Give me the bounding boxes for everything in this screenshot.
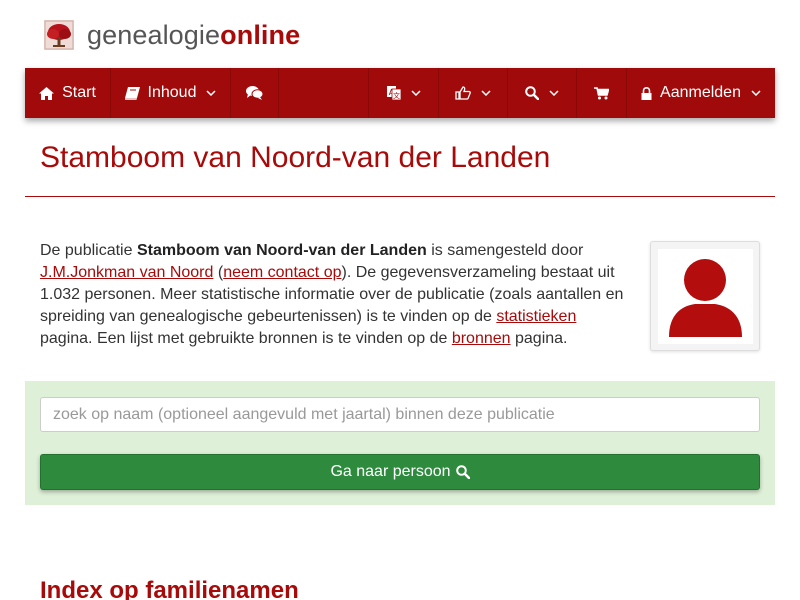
cart-icon [594, 86, 609, 99]
nav-spacer [279, 68, 369, 118]
home-icon [39, 86, 55, 100]
publication-name: Stamboom van Noord-van der Landen [136, 242, 427, 259]
nav-login[interactable]: Aanmelden [627, 68, 775, 118]
nav-inhoud-label: Inhoud [147, 84, 197, 101]
surname-index-title: Index op familienamen [40, 577, 299, 600]
nav-inhoud[interactable]: Inhoud [111, 68, 231, 118]
nav-feedback[interactable] [439, 68, 508, 118]
translate-icon: A 文 [386, 86, 401, 100]
avatar-background [658, 249, 753, 344]
tree-logo-icon [44, 20, 74, 50]
thumbs-up-icon [455, 86, 471, 100]
book-icon [124, 86, 140, 100]
comments-icon [246, 86, 263, 100]
person-search-input[interactable] [40, 397, 760, 432]
intro-text: pagina. Een lijst met gebruikte bronnen … [40, 330, 452, 347]
search-icon [525, 86, 539, 100]
intro-text: ( [213, 264, 224, 281]
site-brand[interactable]: genealogieonline [44, 18, 300, 52]
go-to-person-button[interactable]: Ga naar persoon [40, 454, 760, 490]
chevron-down-icon [481, 90, 491, 96]
statistics-link[interactable]: statistieken [496, 308, 576, 325]
chevron-down-icon [206, 90, 216, 96]
go-to-person-label: Ga naar persoon [330, 463, 451, 480]
person-search-panel: Ga naar persoon [25, 381, 775, 505]
nav-forum[interactable] [231, 68, 279, 118]
chevron-down-icon [410, 90, 421, 96]
search-icon [455, 465, 470, 479]
lock-icon [641, 86, 652, 100]
brand-name: genealogieonline [87, 20, 301, 50]
intro-text: is samengesteld door [426, 242, 584, 259]
publication-intro: De publicatie Stamboom van Noord-van der… [40, 240, 630, 350]
chevron-down-icon [549, 90, 559, 96]
publication-avatar [650, 241, 760, 351]
chevron-down-icon [751, 90, 761, 96]
sources-link[interactable]: bronnen [452, 330, 511, 347]
title-divider [25, 196, 775, 197]
nav-language[interactable]: A 文 [369, 68, 439, 118]
svg-text:文: 文 [393, 91, 400, 100]
intro-text: De publicatie [40, 242, 137, 259]
main-navbar: Start Inhoud A 文 Aanmelden [25, 68, 775, 118]
nav-start[interactable]: Start [25, 68, 111, 118]
nav-search[interactable] [508, 68, 577, 118]
author-link[interactable]: J.M.Jonkman van Noord [40, 264, 213, 281]
contact-link[interactable]: neem contact op [223, 264, 341, 281]
nav-login-label: Aanmelden [660, 84, 741, 101]
intro-text: pagina. [510, 330, 568, 347]
user-silhouette-icon [669, 259, 742, 337]
page-title: Stamboom van Noord-van der Landen [40, 141, 551, 174]
nav-cart[interactable] [577, 68, 627, 118]
nav-start-label: Start [62, 84, 96, 101]
